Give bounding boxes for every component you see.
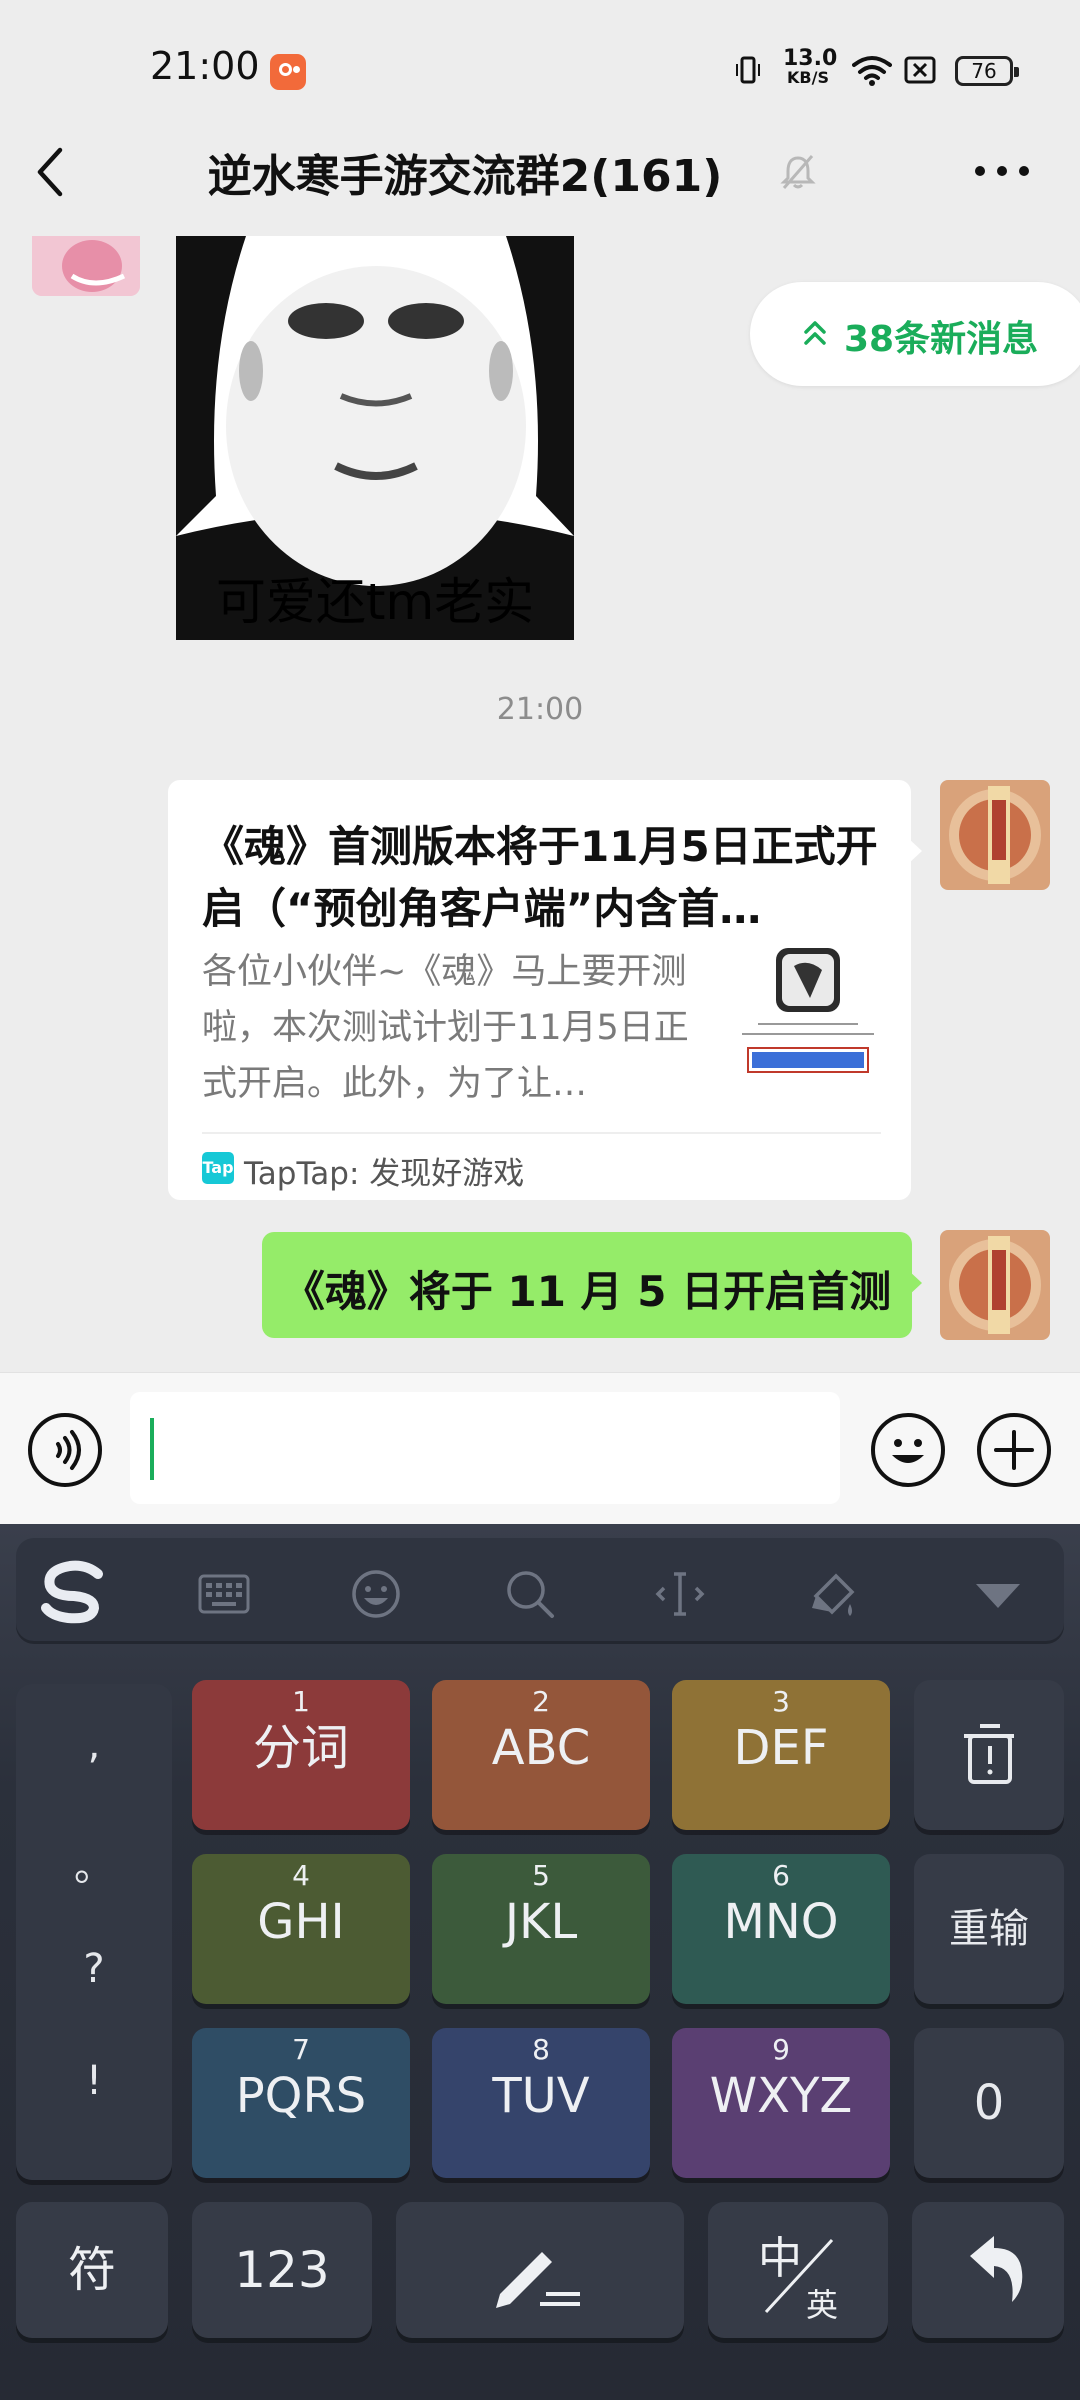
sender-avatar[interactable] bbox=[32, 236, 140, 296]
network-speed-unit: KB/S bbox=[787, 68, 829, 87]
punctuation-key[interactable]: ? bbox=[16, 1946, 172, 1992]
key-1[interactable]: 1 分词 bbox=[192, 1680, 410, 1830]
key-label: ABC bbox=[491, 1720, 591, 1776]
key-number: 2 bbox=[532, 1685, 550, 1718]
sogou-logo-icon[interactable] bbox=[36, 1560, 112, 1624]
bubble-tail bbox=[908, 838, 922, 864]
network-speed-value: 13.0 bbox=[783, 46, 838, 71]
key-number: 8 bbox=[532, 2033, 550, 2066]
search-icon[interactable] bbox=[502, 1566, 558, 1622]
key-7[interactable]: 7 PQRS bbox=[192, 2028, 410, 2178]
key-2[interactable]: 2 ABC bbox=[432, 1680, 650, 1830]
lang-english-label: 英 bbox=[806, 2286, 839, 2324]
punctuation-key[interactable]: 。 bbox=[16, 1834, 172, 1892]
meme-caption: 可爱还tm老实 bbox=[215, 573, 535, 631]
key-9[interactable]: 9 WXYZ bbox=[672, 2028, 890, 2178]
key-number: 7 bbox=[292, 2033, 310, 2066]
key-label: PQRS bbox=[235, 2068, 367, 2124]
voice-icon bbox=[56, 1430, 81, 1470]
meme-image[interactable]: 可爱还tm老实 bbox=[176, 236, 574, 640]
key-number: 9 bbox=[772, 2033, 790, 2066]
link-card-message[interactable]: 《魂》首测版本将于11月5日正式开启（“预创角客户端”内含首… 各位小伙伴~《魂… bbox=[168, 780, 911, 1200]
plus-icon bbox=[994, 1430, 1034, 1470]
hide-keyboard-icon[interactable] bbox=[970, 1566, 1026, 1622]
wifi-icon bbox=[852, 56, 892, 86]
back-arrow-icon[interactable] bbox=[28, 142, 78, 202]
symbols-key[interactable]: 符 bbox=[16, 2202, 168, 2338]
network-speed: 13.0 KB/S bbox=[783, 46, 838, 87]
skin-theme-icon[interactable] bbox=[806, 1566, 862, 1622]
key-number: 3 bbox=[772, 1685, 790, 1718]
more-options-icon[interactable] bbox=[975, 166, 1033, 180]
double-chevron-up-icon bbox=[804, 321, 826, 345]
message-input[interactable] bbox=[130, 1392, 840, 1504]
key-number: 5 bbox=[532, 1859, 550, 1892]
link-card-title: 《魂》首测版本将于11月5日正式开启（“预创角客户端”内含首… bbox=[202, 822, 878, 933]
keyboard-layout-icon[interactable] bbox=[196, 1566, 252, 1622]
smiley-icon bbox=[892, 1439, 924, 1463]
message-timestamp: 21:00 bbox=[496, 692, 584, 727]
delete-key[interactable] bbox=[914, 1680, 1064, 1830]
key-label: DEF bbox=[733, 1720, 829, 1776]
key-label: GHI bbox=[257, 1894, 345, 1950]
key-label: WXYZ bbox=[709, 2068, 853, 2124]
key-3[interactable]: 3 DEF bbox=[672, 1680, 890, 1830]
cursor-move-icon[interactable] bbox=[652, 1566, 708, 1622]
more-functions-button[interactable] bbox=[977, 1413, 1051, 1487]
punctuation-key[interactable]: ! bbox=[16, 2058, 172, 2104]
language-switch-key[interactable]: 中 英 bbox=[708, 2202, 888, 2338]
link-card-divider bbox=[202, 1132, 881, 1134]
key-number: 4 bbox=[292, 1859, 310, 1892]
key-label: 分词 bbox=[252, 1720, 349, 1776]
handwriting-pen-icon bbox=[496, 2252, 580, 2308]
key-6[interactable]: 6 MNO bbox=[672, 1854, 890, 2004]
new-messages-label: 38条新消息 bbox=[844, 319, 1039, 360]
taptap-logo-icon: Tap bbox=[202, 1152, 234, 1184]
self-avatar[interactable] bbox=[940, 1230, 1050, 1340]
vibrate-icon bbox=[736, 56, 760, 84]
key-number: 6 bbox=[772, 1859, 790, 1892]
link-card-thumbnail bbox=[742, 948, 874, 1073]
emoji-keyboard-icon[interactable] bbox=[348, 1566, 404, 1622]
outgoing-message-text: 《魂》将于 11 月 5 日开启首测 bbox=[282, 1267, 892, 1316]
no-sim-icon bbox=[904, 56, 936, 84]
punctuation-column: , 。 ? ! bbox=[16, 1684, 172, 2180]
numbers-key[interactable]: 123 bbox=[192, 2202, 372, 2338]
app-notification-icon bbox=[270, 54, 306, 90]
key-5[interactable]: 5 JKL bbox=[432, 1854, 650, 2004]
self-avatar[interactable] bbox=[940, 780, 1050, 890]
link-card-source: TapTap: 发现好游戏 bbox=[244, 1156, 525, 1192]
enter-key[interactable] bbox=[912, 2202, 1064, 2338]
emoji-button[interactable] bbox=[871, 1413, 945, 1487]
chat-title: 逆水寒手游交流群2(161) bbox=[207, 151, 723, 202]
mute-bell-icon bbox=[780, 155, 816, 189]
text-cursor bbox=[150, 1418, 154, 1480]
key-label: TUV bbox=[492, 2068, 590, 2124]
link-card-description: 各位小伙伴~《魂》马上要开测啦，本次测试计划于11月5日正式开启。此外，为了让… bbox=[202, 952, 689, 1104]
battery-indicator: 76 bbox=[955, 56, 1019, 86]
new-messages-button[interactable]: 38条新消息 bbox=[750, 282, 1080, 386]
key-4[interactable]: 4 GHI bbox=[192, 1854, 410, 2004]
punctuation-key[interactable]: , bbox=[16, 1722, 172, 1768]
return-arrow-icon bbox=[970, 2236, 1023, 2302]
key-8[interactable]: 8 TUV bbox=[432, 2028, 650, 2178]
space-key[interactable] bbox=[396, 2202, 684, 2338]
voice-input-button[interactable] bbox=[28, 1413, 102, 1487]
reenter-key[interactable]: 重输 bbox=[914, 1854, 1064, 2004]
key-label: MNO bbox=[723, 1894, 839, 1950]
bubble-tail bbox=[908, 1270, 922, 1296]
key-label: JKL bbox=[504, 1894, 578, 1950]
delete-icon bbox=[964, 1724, 1014, 1784]
zero-key[interactable]: 0 bbox=[914, 2028, 1064, 2178]
outgoing-message-bubble[interactable]: 《魂》将于 11 月 5 日开启首测 bbox=[262, 1232, 912, 1338]
status-time: 21:00 bbox=[150, 44, 260, 88]
key-number: 1 bbox=[292, 1685, 310, 1718]
